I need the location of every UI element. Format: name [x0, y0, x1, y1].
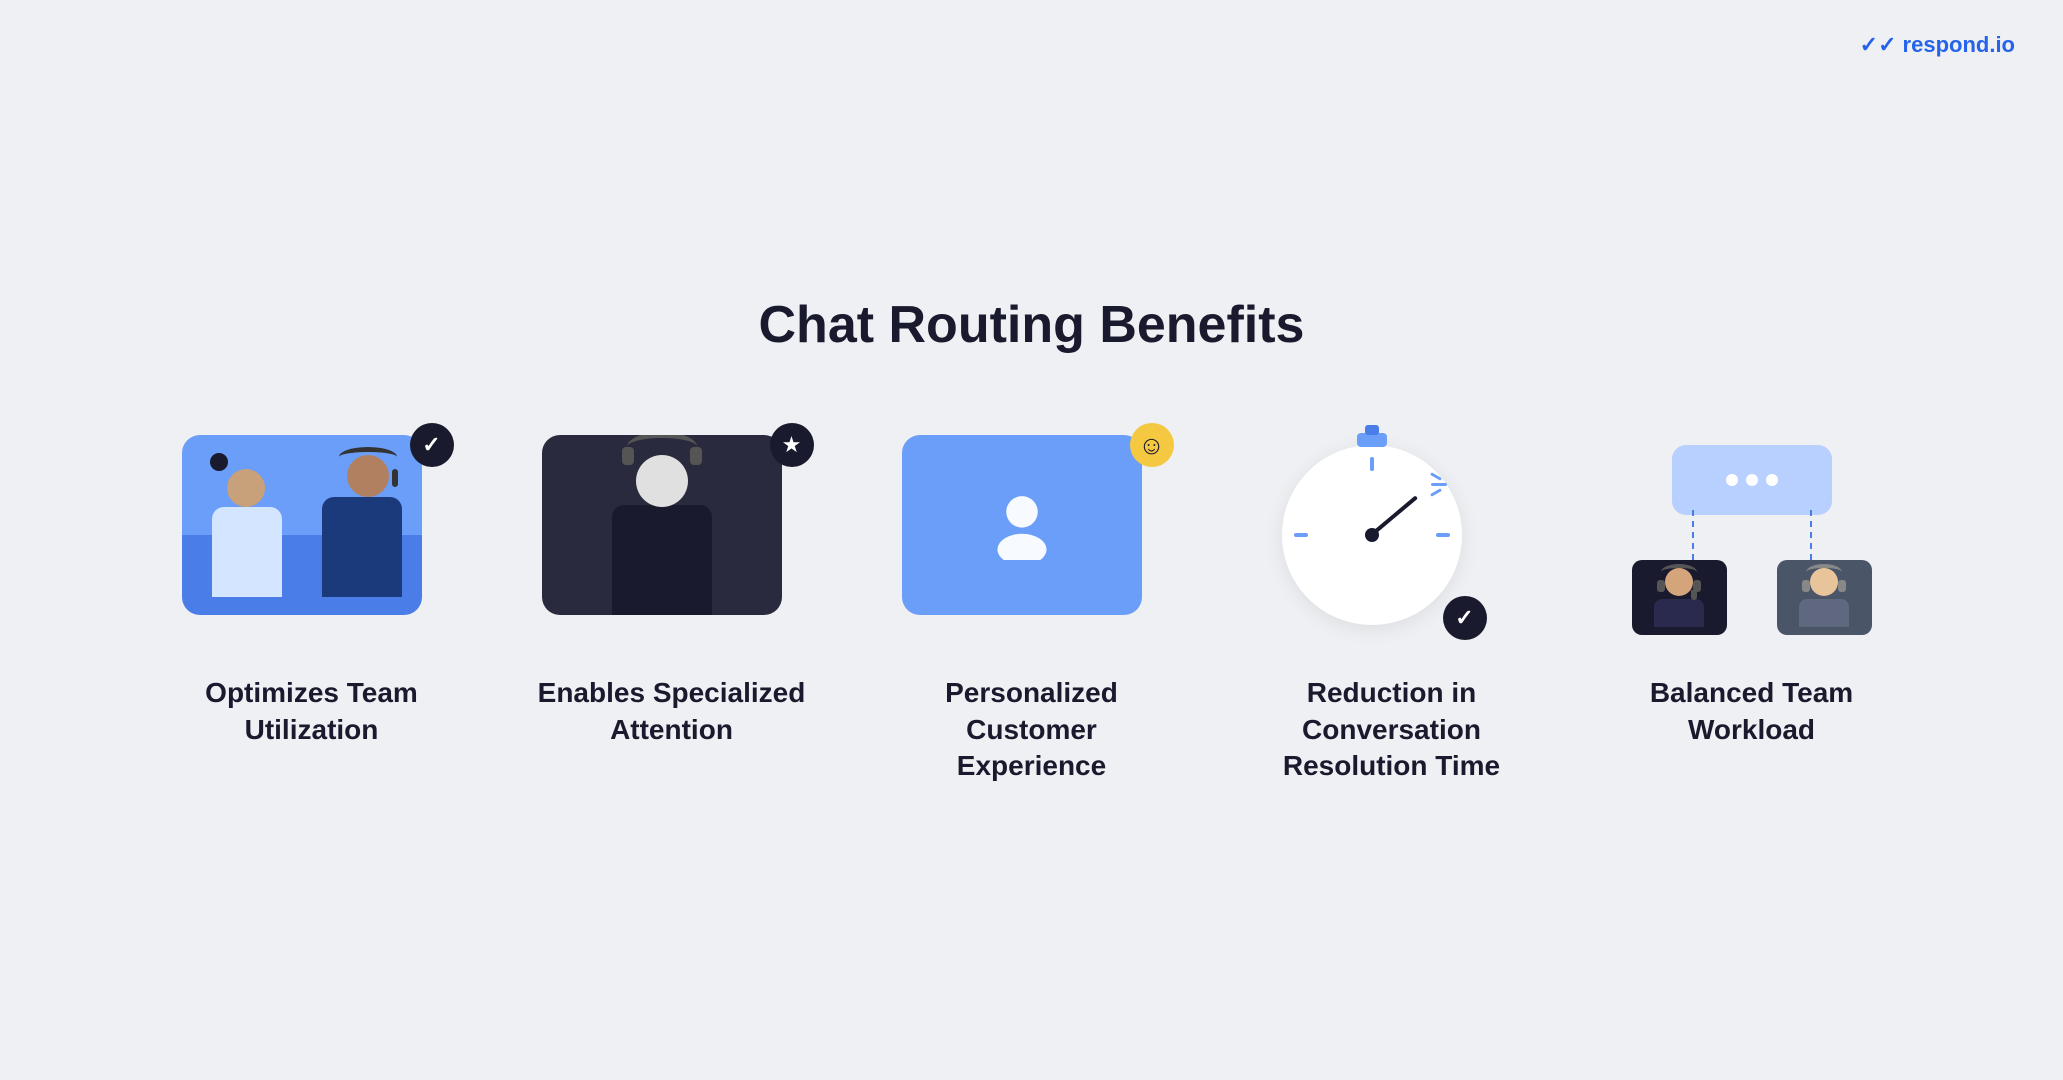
- agent-card-right: [1777, 560, 1872, 635]
- speed-line-2: [1431, 483, 1447, 486]
- agent-body-left: [1654, 599, 1704, 627]
- logo-check-icon: ✓✓: [1860, 32, 1897, 58]
- speed-line-1: [1430, 473, 1442, 482]
- label-balanced-workload: Balanced TeamWorkload: [1650, 675, 1853, 748]
- label-team-utilization: Optimizes TeamUtilization: [205, 675, 418, 748]
- stopwatch-center-dot: [1365, 528, 1379, 542]
- agent-headset-right: [1806, 564, 1842, 580]
- logo-text: respond.io: [1903, 32, 2015, 58]
- person2-body: [322, 497, 402, 597]
- stopwatch-button: [1365, 425, 1379, 435]
- badge-star-2: ★: [770, 423, 814, 467]
- benefit-personalized: ☺ PersonalizedCustomerExperience: [872, 435, 1192, 784]
- person2-headset-mic: [392, 469, 398, 487]
- illus2-headset-arc: [627, 435, 697, 462]
- badge-smile-3: ☺: [1130, 423, 1174, 467]
- agent-mic: [1691, 590, 1697, 600]
- illus-personalized: ☺: [902, 435, 1162, 635]
- illus2-head: [636, 455, 688, 507]
- tail-left: [1692, 510, 1694, 560]
- illus5-box: [1622, 435, 1882, 635]
- illus1-box: [182, 435, 422, 615]
- bubble-dot-3: [1766, 474, 1778, 486]
- illus-specialized: ★: [542, 435, 802, 635]
- agent-headset-ear-l: [1657, 580, 1665, 592]
- benefit-team-utilization: ✓ Optimizes TeamUtilization: [152, 435, 472, 748]
- benefit-resolution-time: ✓ Reduction inConversationResolution Tim…: [1232, 435, 1552, 784]
- stopwatch-check: ✓: [1443, 596, 1487, 640]
- dot-bubble: [210, 453, 228, 471]
- illus3-box: [902, 435, 1142, 615]
- agent-card-left: [1632, 560, 1727, 635]
- illus2-body: [612, 505, 712, 615]
- illus-team-utilization: ✓: [182, 435, 442, 635]
- bubble-dot-2: [1746, 474, 1758, 486]
- label-specialized-attention: Enables SpecializedAttention: [538, 675, 806, 748]
- logo-plain: respond: [1903, 32, 1990, 57]
- tail-right: [1810, 510, 1812, 560]
- chat-bubble-main: [1672, 445, 1832, 515]
- benefits-row: ✓ Optimizes TeamUtilization ★ Enables Sp…: [132, 435, 1932, 784]
- person-avatar-svg: [987, 490, 1057, 560]
- illus-resolution: ✓: [1262, 435, 1522, 635]
- label-resolution-time: Reduction inConversationResolution Time: [1283, 675, 1500, 784]
- stopwatch-tick-left: [1294, 533, 1308, 537]
- page-title: Chat Routing Benefits: [759, 295, 1305, 355]
- bubble-dot-1: [1726, 474, 1738, 486]
- agent-headset-left: [1661, 564, 1697, 580]
- illus4-box: ✓: [1262, 435, 1482, 635]
- illus-balanced: [1622, 435, 1882, 635]
- stopwatch-tick-right: [1436, 533, 1450, 537]
- stopwatch-top: [1357, 433, 1387, 447]
- agent-headset-ear2-r: [1838, 580, 1846, 592]
- person1-head: [227, 469, 265, 507]
- badge-checkmark-1: ✓: [410, 423, 454, 467]
- illus2-headset-left: [622, 447, 634, 465]
- agent-headset-ear2-l: [1802, 580, 1810, 592]
- stopwatch: [1282, 445, 1462, 625]
- illus2-headset-right: [690, 447, 702, 465]
- benefit-specialized-attention: ★ Enables SpecializedAttention: [512, 435, 832, 748]
- agent-body-right: [1799, 599, 1849, 627]
- logo-accent: .io: [1989, 32, 2015, 57]
- illus2-box: [542, 435, 782, 615]
- label-personalized: PersonalizedCustomerExperience: [945, 675, 1118, 784]
- stopwatch-tick-top: [1370, 457, 1374, 471]
- speed-line-3: [1430, 489, 1442, 498]
- benefit-balanced-workload: Balanced TeamWorkload: [1592, 435, 1912, 748]
- logo: ✓✓ respond.io: [1860, 32, 2015, 58]
- person2-headset: [339, 447, 397, 467]
- person1-body: [212, 507, 282, 597]
